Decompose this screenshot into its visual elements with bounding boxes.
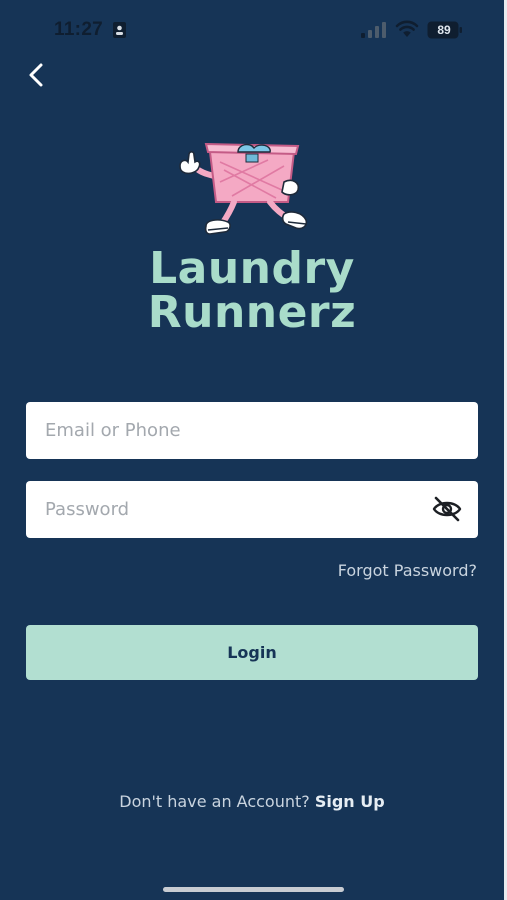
password-input[interactable]: [26, 481, 425, 538]
signal-icon: [361, 22, 386, 38]
home-indicator[interactable]: [163, 887, 344, 892]
brand-line-1: Laundry: [149, 243, 355, 294]
status-time: 11:27: [54, 19, 104, 40]
laundry-basket-mascot-icon: [179, 142, 308, 235]
email-field-container: [26, 402, 478, 459]
login-screen: 11:27 89 Laundry Runnerz Email or Phone …: [0, 0, 504, 900]
email-or-phone-input[interactable]: [26, 402, 425, 459]
signup-prompt: Don't have an Account? Sign Up: [0, 792, 504, 811]
back-button[interactable]: [20, 58, 54, 92]
id-card-icon: [113, 22, 126, 38]
forgot-password-link[interactable]: Forgot Password?: [338, 561, 477, 580]
wifi-icon: [395, 20, 419, 37]
login-button[interactable]: Login: [26, 625, 478, 680]
brand-line-2: Runnerz: [147, 287, 357, 338]
sign-up-link[interactable]: Sign Up: [315, 792, 385, 811]
battery-level: 89: [437, 23, 451, 37]
eye-off-icon[interactable]: [432, 496, 462, 522]
brand-name: Laundry Runnerz: [0, 247, 504, 335]
chevron-left-icon: [29, 63, 43, 87]
signup-prompt-text: Don't have an Account?: [119, 792, 315, 811]
password-field-container: [26, 481, 478, 538]
